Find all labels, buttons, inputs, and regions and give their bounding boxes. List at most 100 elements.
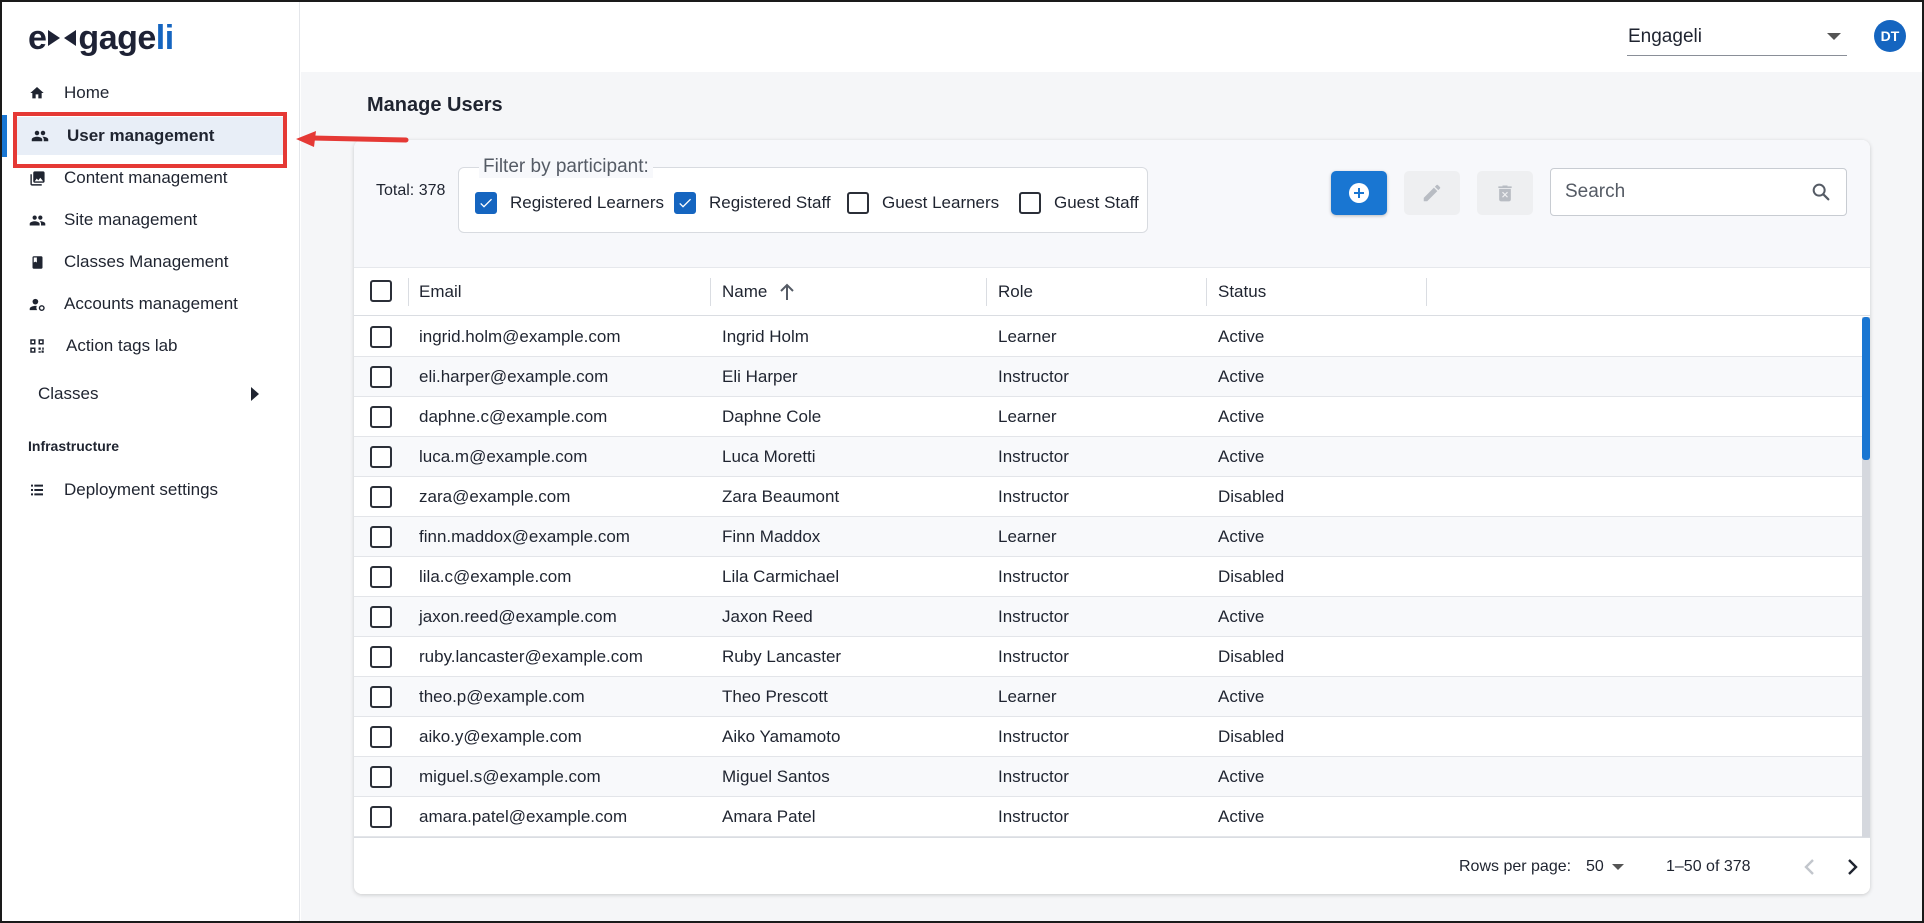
avatar[interactable]: DT xyxy=(1874,20,1906,52)
table-header: Email Name Role Status xyxy=(354,268,1870,316)
sidebar-item-site-management[interactable]: Site management xyxy=(0,201,300,239)
table-row[interactable]: lila.c@example.com Lila Carmichael Instruc… xyxy=(354,557,1864,597)
sidebar-item-accounts-management[interactable]: Accounts management xyxy=(0,285,300,323)
search-icon[interactable] xyxy=(1810,181,1832,203)
filter-guest-staff[interactable]: Guest Staff xyxy=(1019,192,1139,214)
sidebar-item-deployment-settings[interactable]: Deployment settings xyxy=(0,471,300,509)
column-header-role[interactable]: Role xyxy=(998,268,1033,316)
add-circle-icon xyxy=(1349,183,1369,203)
row-checkbox[interactable] xyxy=(370,646,392,668)
cell-email: finn.maddox@example.com xyxy=(419,527,630,546)
rows-per-page-select[interactable]: 50 xyxy=(1586,838,1624,894)
engageli-logo[interactable]: e gage li xyxy=(28,18,174,58)
previous-page-button[interactable] xyxy=(1794,852,1824,882)
sidebar-item-label: Classes Management xyxy=(64,252,229,271)
add-user-button[interactable] xyxy=(1331,171,1387,215)
cell-role: Instructor xyxy=(998,367,1069,386)
sidebar: e gage li Home User management Content man… xyxy=(0,0,409,923)
table-row[interactable]: finn.maddox@example.com Finn Maddox Learne… xyxy=(354,517,1864,557)
cell-status: Disabled xyxy=(1218,567,1285,586)
table-row[interactable]: theo.p@example.com Theo Prescott Learner Ac… xyxy=(354,677,1864,717)
table-row[interactable]: eli.harper@example.com Eli Harper Instruct… xyxy=(354,357,1864,397)
cell-status: Active xyxy=(1218,447,1265,466)
filter-legend: Filter by participant: xyxy=(479,156,653,178)
cell-email: ingrid.holm@example.com xyxy=(419,327,621,346)
sidebar-item-label: Action tags lab xyxy=(66,336,178,355)
select-all-checkbox[interactable] xyxy=(370,280,392,302)
sidebar-item-label: Deployment settings xyxy=(64,480,219,499)
search-field[interactable] xyxy=(1550,168,1847,216)
cell-role: Instructor xyxy=(998,487,1069,506)
cell-email: jaxon.reed@example.com xyxy=(419,607,617,626)
row-checkbox[interactable] xyxy=(370,766,392,788)
filter-label: Registered Staff xyxy=(709,193,831,212)
checkbox-empty-icon[interactable] xyxy=(847,192,869,214)
table-row[interactable]: jaxon.reed@example.com Jaxon Reed Instruct… xyxy=(354,597,1864,637)
cell-status: Active xyxy=(1218,407,1265,426)
row-checkbox[interactable] xyxy=(370,486,392,508)
table-row[interactable]: aiko.y@example.com Aiko Yamamoto Instructo… xyxy=(354,717,1864,757)
table-row[interactable]: ruby.lancaster@example.com Ruby Lancaster… xyxy=(354,637,1864,677)
sidebar-item-action-tags-lab[interactable]: Action tags lab xyxy=(0,327,300,365)
table-row[interactable]: ingrid.holm@example.com Ingrid Holm Learne… xyxy=(354,317,1864,357)
checkbox-empty-icon[interactable] xyxy=(1019,192,1041,214)
manage-accounts-icon xyxy=(28,295,46,313)
table-row[interactable]: luca.m@example.com Luca Moretti Instructor… xyxy=(354,437,1864,477)
column-header-label: Name xyxy=(722,282,768,301)
row-checkbox[interactable] xyxy=(370,366,392,388)
cell-name: Zara Beaumont xyxy=(722,487,840,506)
table-pagination: Rows per page: 50 1–50 of 378 xyxy=(354,837,1870,894)
table-row[interactable]: amara.patel@example.com Amara Patel Instru… xyxy=(354,797,1864,837)
home-icon xyxy=(28,84,46,102)
cell-status: Disabled xyxy=(1218,727,1285,746)
sidebar-item-label: Content management xyxy=(64,168,228,187)
next-page-button[interactable] xyxy=(1838,852,1868,882)
list-icon xyxy=(28,481,46,499)
checkbox-checked-icon[interactable] xyxy=(475,192,497,214)
participant-filter: Filter by participant: Registered Learne… xyxy=(458,156,1148,233)
sidebar-classes-expander[interactable]: Classes xyxy=(38,377,260,411)
tenant-select-value: Engageli xyxy=(1628,25,1702,47)
delete-user-button[interactable] xyxy=(1477,171,1533,215)
tenant-select[interactable]: Engageli xyxy=(1627,18,1847,56)
cell-role: Instructor xyxy=(998,767,1069,786)
cell-status: Active xyxy=(1218,367,1265,386)
users-toolbar: Total: 378 Filter by participant: Regist… xyxy=(354,140,1870,268)
column-header-name[interactable]: Name xyxy=(722,268,795,316)
search-input[interactable] xyxy=(1565,181,1785,203)
row-checkbox[interactable] xyxy=(370,406,392,428)
table-row[interactable]: miguel.s@example.com Miguel Santos Instruc… xyxy=(354,757,1864,797)
row-checkbox[interactable] xyxy=(370,326,392,348)
column-header-email[interactable]: Email xyxy=(419,268,462,316)
cell-role: Instructor xyxy=(998,447,1069,466)
logo-mark-icon xyxy=(47,27,77,49)
table-row[interactable]: zara@example.com Zara Beaumont Instructor D… xyxy=(354,477,1864,517)
cell-status: Active xyxy=(1218,327,1265,346)
filter-guest-learners[interactable]: Guest Learners xyxy=(847,192,999,214)
row-checkbox[interactable] xyxy=(370,806,392,828)
cell-email: luca.m@example.com xyxy=(419,447,588,466)
scrollbar-thumb[interactable] xyxy=(1862,317,1870,460)
filter-registered-learners[interactable]: Registered Learners xyxy=(475,192,664,214)
row-checkbox[interactable] xyxy=(370,686,392,708)
cell-status: Active xyxy=(1218,767,1265,786)
sidebar-item-classes-management[interactable]: Classes Management xyxy=(0,243,300,281)
filter-registered-staff[interactable]: Registered Staff xyxy=(674,192,831,214)
table-row[interactable]: daphne.c@example.com Daphne Cole Learner Ac… xyxy=(354,397,1864,437)
cell-role: Instructor xyxy=(998,727,1069,746)
row-checkbox[interactable] xyxy=(370,446,392,468)
row-checkbox[interactable] xyxy=(370,606,392,628)
row-checkbox[interactable] xyxy=(370,566,392,588)
cell-name: Ingrid Holm xyxy=(722,327,809,346)
row-checkbox[interactable] xyxy=(370,526,392,548)
row-checkbox[interactable] xyxy=(370,726,392,748)
column-separator xyxy=(1206,278,1207,306)
sort-ascending-icon[interactable] xyxy=(779,283,795,301)
edit-user-button[interactable] xyxy=(1404,171,1460,215)
filter-label: Registered Learners xyxy=(510,193,665,212)
checkbox-checked-icon[interactable] xyxy=(674,192,696,214)
cell-role: Instructor xyxy=(998,567,1069,586)
sidebar-item-home[interactable]: Home xyxy=(0,74,300,112)
column-header-status[interactable]: Status xyxy=(1218,268,1266,316)
classes-label: Classes xyxy=(38,384,99,403)
